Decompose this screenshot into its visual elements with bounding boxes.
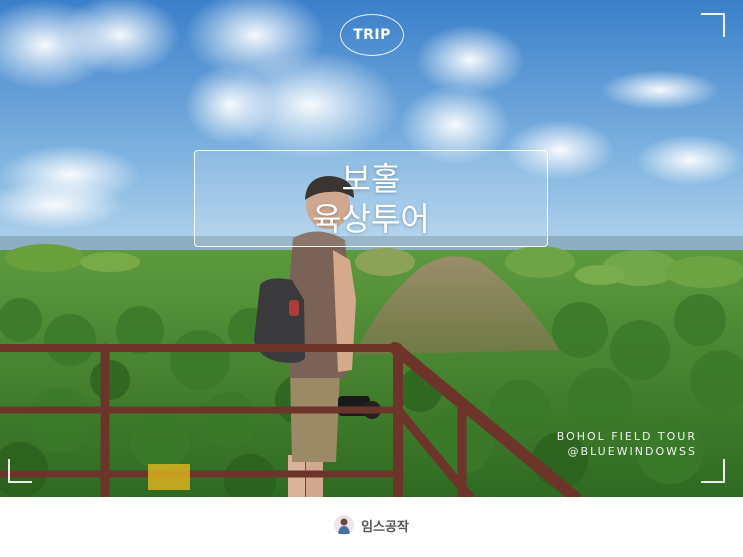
landscape-image bbox=[0, 0, 743, 497]
title-box: 보홀 육상투어 bbox=[194, 150, 548, 247]
avatar bbox=[334, 515, 355, 535]
photo-caption: BOHOL FIELD TOUR @BLUEWINDOWSS bbox=[557, 429, 697, 459]
corner-mark-top-right bbox=[701, 13, 725, 37]
caption-line-1: BOHOL FIELD TOUR bbox=[556, 430, 697, 443]
author-name: 임스공작 bbox=[361, 519, 409, 535]
hero-photo bbox=[0, 0, 743, 497]
title-line-2: 육상투어 bbox=[312, 199, 430, 238]
trip-badge-label: TRIP bbox=[353, 27, 391, 43]
author-credit[interactable]: 임스공작 bbox=[0, 510, 743, 540]
title-line-1: 보홀 bbox=[341, 159, 401, 198]
caption-line-2: @BLUEWINDOWSS bbox=[567, 445, 697, 458]
trip-badge: TRIP bbox=[340, 14, 404, 56]
corner-mark-bottom-left bbox=[8, 459, 32, 483]
sign bbox=[148, 464, 190, 490]
corner-mark-bottom-right bbox=[701, 459, 725, 483]
person-icon bbox=[338, 518, 351, 534]
